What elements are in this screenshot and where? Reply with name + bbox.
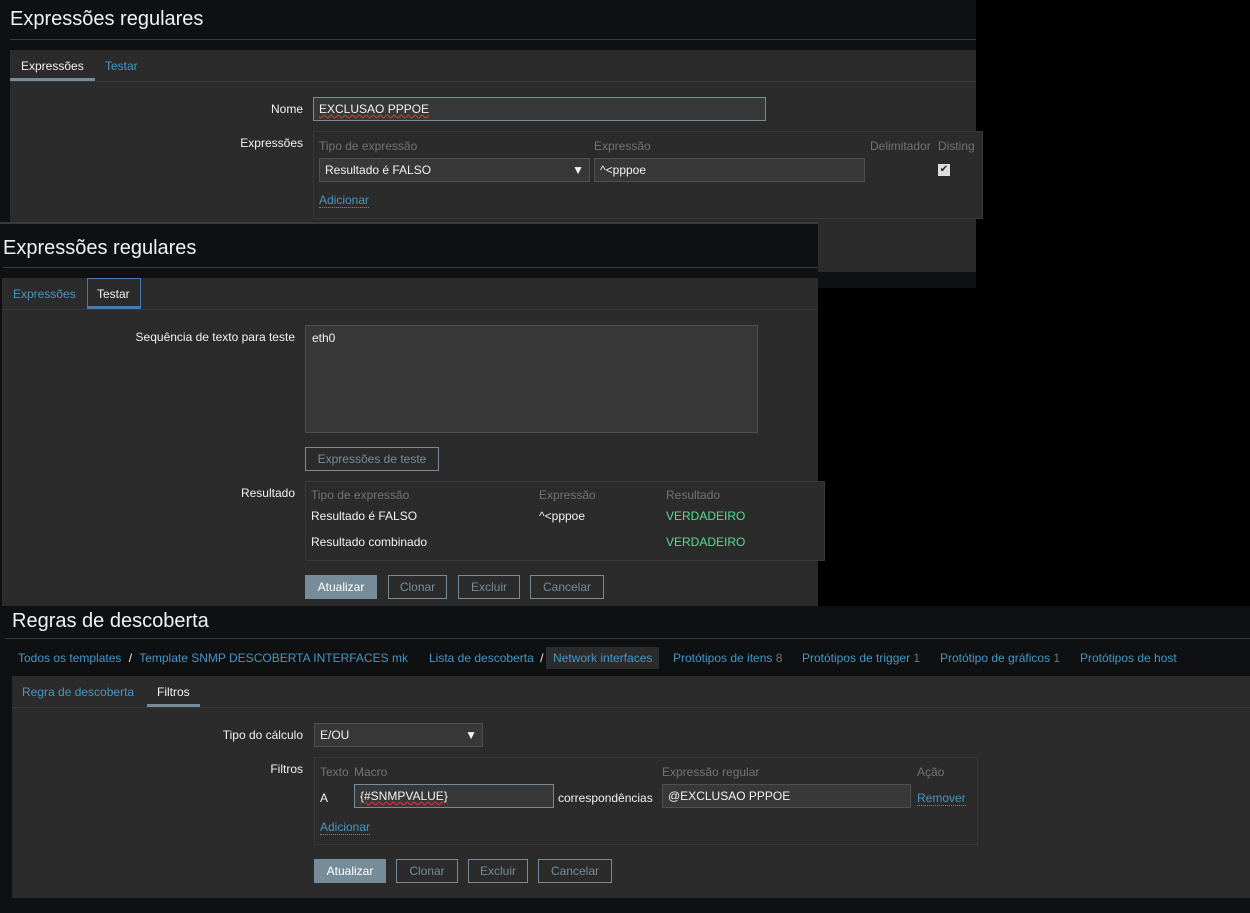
content-panel: Expressões Testar Sequência de texto par… xyxy=(2,278,825,608)
col-label: Texto xyxy=(320,765,349,779)
regex-window-test: Expressões regulares Expressões Testar S… xyxy=(0,222,825,608)
breadcrumb-discovery-list[interactable]: Lista de descoberta xyxy=(429,651,534,665)
test-string-textarea[interactable]: eth0 xyxy=(305,325,758,433)
divider xyxy=(12,707,1250,708)
calc-value: E/OU xyxy=(320,728,350,742)
cancel-button[interactable]: Cancelar xyxy=(530,575,604,599)
divider xyxy=(10,39,976,40)
delete-button[interactable]: Excluir xyxy=(468,859,528,883)
nav-count: 1 xyxy=(1053,651,1061,665)
result-table: Tipo de expressão Expressão Resultado Re… xyxy=(305,481,825,561)
tab-testar[interactable]: Testar xyxy=(87,278,141,309)
filters-label: Filtros xyxy=(270,762,303,776)
nav-trigger-prototypes[interactable]: Protótipos de trigger 1 xyxy=(802,651,920,665)
result-label: Resultado xyxy=(240,486,295,500)
clone-button[interactable]: Clonar xyxy=(388,575,447,599)
add-link[interactable]: Adicionar xyxy=(319,193,370,208)
name-label: Nome xyxy=(270,102,303,116)
type-value: Resultado é FALSO xyxy=(325,163,432,177)
divider xyxy=(10,81,976,82)
col-type: Tipo de expressão xyxy=(319,139,418,153)
cancel-button[interactable]: Cancelar xyxy=(538,859,612,883)
col-macro: Macro xyxy=(354,765,388,779)
tab-expressoes[interactable]: Expressões xyxy=(13,287,76,301)
result-row-value: VERDADEIRO xyxy=(666,509,746,523)
update-button[interactable]: Atualizar xyxy=(314,859,386,883)
nav-item-prototypes[interactable]: Protótipos de itens 8 xyxy=(673,651,782,665)
col-action: Ação xyxy=(917,765,945,779)
page-title: Expressões regulares xyxy=(10,8,204,30)
divider xyxy=(3,267,818,268)
name-input[interactable]: EXCLUSAO PPPOE xyxy=(313,97,766,121)
combined-row-type: Resultado combinado xyxy=(311,535,428,549)
breadcrumb-separator: / xyxy=(540,651,544,665)
col-result: Resultado xyxy=(666,488,721,502)
update-button[interactable]: Atualizar xyxy=(305,575,377,599)
expression-type-select[interactable]: Resultado é FALSO ▼ xyxy=(319,158,590,182)
breadcrumb-network-interfaces[interactable]: Network interfaces xyxy=(546,647,660,669)
combined-row-value: VERDADEIRO xyxy=(666,535,746,549)
macro-input[interactable]: {#SNMPVALUE} xyxy=(354,784,554,808)
divider xyxy=(2,309,818,310)
filter-row-label: A xyxy=(320,791,329,805)
breadcrumb-separator: / xyxy=(128,651,133,665)
nav-label: Protótipos de trigger xyxy=(802,651,911,665)
breadcrumb-all-templates[interactable]: Todos os templates xyxy=(18,651,121,665)
remove-link[interactable]: Remover xyxy=(917,791,966,806)
col-type: Tipo de expressão xyxy=(311,488,410,502)
filter-operator: correspondências xyxy=(558,791,653,805)
expressions-label: Expressões xyxy=(240,136,303,150)
nav-count: 8 xyxy=(775,651,783,665)
nav-host-prototypes[interactable]: Protótipos de host xyxy=(1080,651,1177,665)
calc-type-label: Tipo do cálculo xyxy=(222,728,303,742)
tab-filters[interactable]: Filtros xyxy=(157,685,190,699)
tab-expressoes[interactable]: Expressões xyxy=(21,59,84,73)
col-expression: Expressão xyxy=(539,488,596,502)
tab-testar[interactable]: Testar xyxy=(105,59,138,73)
expressions-table: Tipo de expressão Expressão Delimitador … xyxy=(313,131,983,219)
test-string-label: Sequência de texto para teste xyxy=(135,330,295,344)
clone-button[interactable]: Clonar xyxy=(396,859,458,883)
calc-type-select[interactable]: E/OU ▼ xyxy=(314,723,483,747)
breadcrumb-discovery: Lista de descoberta / xyxy=(429,651,546,665)
page-title: Expressões regulares xyxy=(3,237,197,259)
divider xyxy=(5,638,1250,639)
breadcrumb: Todos os templates / Template SNMP DESCO… xyxy=(18,651,408,665)
breadcrumb-template[interactable]: Template SNMP DESCOBERTA INTERFACES mk xyxy=(139,651,408,665)
expression-input[interactable]: ^<pppoe xyxy=(594,158,865,182)
nav-label: Protótipos de itens xyxy=(673,651,773,665)
col-expression: Expressão xyxy=(594,139,651,153)
nav-graph-prototypes[interactable]: Protótipo de gráficos 1 xyxy=(940,651,1060,665)
col-case: Disting xyxy=(938,139,975,153)
delete-button[interactable]: Excluir xyxy=(458,575,520,599)
regex-input[interactable]: @EXCLUSAO PPPOE xyxy=(662,784,911,808)
result-row-expression: ^<pppoe xyxy=(539,509,586,523)
col-regex: Expressão regular xyxy=(662,765,760,779)
add-link[interactable]: Adicionar xyxy=(320,820,371,835)
test-expressions-button[interactable]: Expressões de teste xyxy=(305,447,439,471)
page-title: Regras de descoberta xyxy=(12,610,209,632)
filters-table: Texto Macro Expressão regular Ação A {#S… xyxy=(314,757,978,845)
nav-count: 1 xyxy=(913,651,921,665)
dropdown-arrow-icon: ▼ xyxy=(572,163,584,177)
macro-value: {#SNMPVALUE} xyxy=(360,789,448,803)
tab-discovery-rule[interactable]: Regra de descoberta xyxy=(22,685,134,699)
col-delimiter: Delimitador xyxy=(870,139,931,153)
test-value: eth0 xyxy=(312,331,336,345)
name-value: EXCLUSAO PPPOE xyxy=(319,102,430,116)
case-sensitive-checkbox[interactable]: ✔ xyxy=(938,164,950,176)
discovery-rules-window: Regras de descoberta Todos os templates … xyxy=(0,606,1250,913)
expr-value: ^<pppoe xyxy=(600,163,647,177)
nav-label: Protótipo de gráficos xyxy=(940,651,1051,665)
result-row-type: Resultado é FALSO xyxy=(311,509,418,523)
dropdown-arrow-icon: ▼ xyxy=(465,728,477,742)
content-panel: Regra de descoberta Filtros Tipo do cálc… xyxy=(12,676,1250,898)
regex-value: @EXCLUSAO PPPOE xyxy=(668,789,791,803)
